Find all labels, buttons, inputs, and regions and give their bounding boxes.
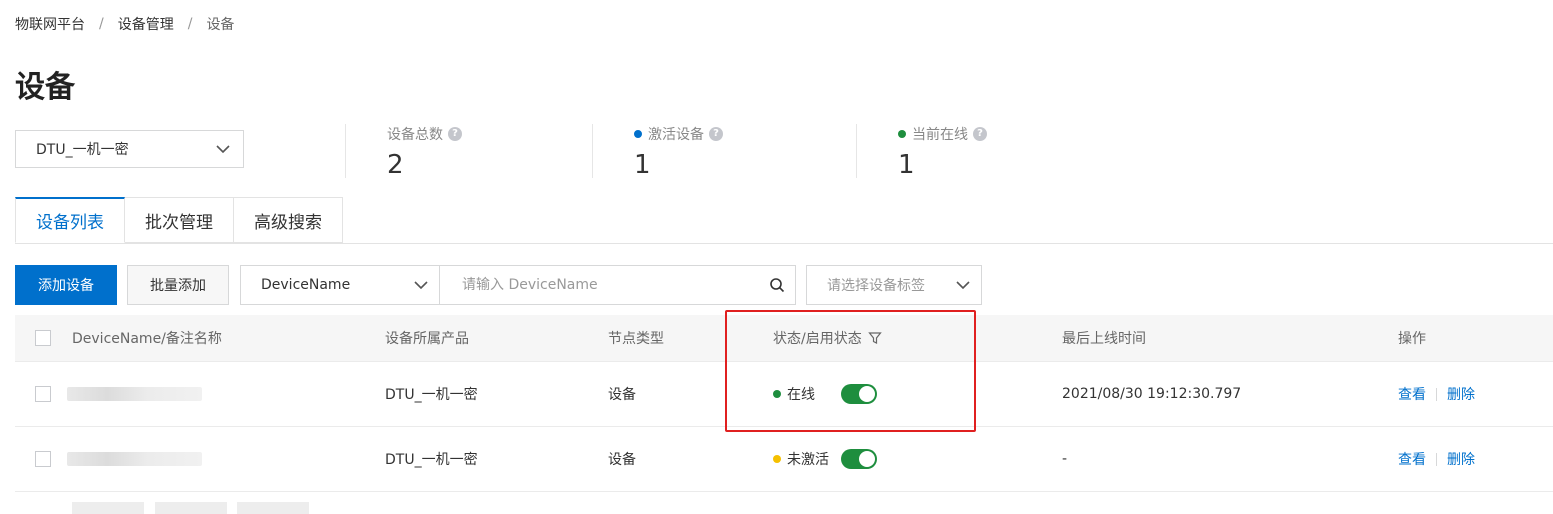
pager-button[interactable] (237, 502, 309, 514)
batch-add-button[interactable]: 批量添加 (127, 265, 229, 305)
header-status: 状态/启用状态 (773, 331, 862, 347)
delete-link[interactable]: 删除 (1447, 449, 1475, 469)
search-field-value: DeviceName (261, 277, 351, 293)
tag-select[interactable]: 请选择设备标签 (806, 265, 982, 305)
cell-node-type: 设备 (608, 452, 636, 468)
tabs: 设备列表 批次管理 高级搜索 (15, 197, 343, 243)
stat-value: 2 (387, 150, 404, 180)
stat-label: 激活设备 (648, 127, 704, 143)
view-link[interactable]: 查看 (1398, 449, 1426, 469)
pager-button[interactable] (155, 502, 227, 514)
status-dot-icon (898, 130, 906, 138)
chevron-down-icon (956, 281, 970, 290)
redacted-device-name (67, 452, 202, 466)
stat-divider (345, 124, 346, 178)
stat-online-devices: 当前在线 ? 1 (898, 124, 987, 180)
status-badge: 在线 (787, 387, 815, 403)
action-separator (1436, 387, 1437, 401)
search-icon[interactable] (769, 277, 785, 293)
header-node-type: 节点类型 (608, 331, 664, 347)
enable-toggle[interactable] (841, 449, 877, 469)
table-row: DTU_一机一密 设备 在线 2021/08/30 19:12:30.797 查… (15, 362, 1553, 427)
breadcrumb-current: 设备 (206, 17, 235, 33)
breadcrumb-separator: / (99, 16, 104, 32)
stat-total-devices: 设备总数 ? 2 (387, 124, 462, 180)
help-icon[interactable]: ? (448, 127, 462, 141)
table-header: DeviceName/备注名称 设备所属产品 节点类型 状态/启用状态 最后上线… (15, 315, 1553, 362)
tab-device-list[interactable]: 设备列表 (15, 197, 125, 243)
device-table: DeviceName/备注名称 设备所属产品 节点类型 状态/启用状态 最后上线… (15, 315, 1553, 492)
stat-activated-devices: 激活设备 ? 1 (634, 124, 723, 180)
stat-label: 设备总数 (387, 127, 443, 143)
cell-last-online: - (1062, 451, 1068, 467)
search-box (439, 265, 796, 305)
view-link[interactable]: 查看 (1398, 384, 1426, 404)
select-all-checkbox[interactable] (35, 330, 51, 346)
action-separator (1436, 452, 1437, 466)
cell-node-type: 设备 (608, 387, 636, 403)
pager-button[interactable] (72, 502, 144, 514)
header-actions: 操作 (1398, 331, 1426, 347)
breadcrumb-separator: / (187, 16, 193, 32)
cell-product: DTU_一机一密 (385, 452, 478, 468)
enable-toggle[interactable] (841, 384, 877, 404)
row-checkbox[interactable] (35, 386, 51, 402)
tab-batch-management[interactable]: 批次管理 (125, 197, 234, 243)
chevron-down-icon (216, 145, 230, 154)
status-dot-icon (773, 455, 781, 463)
chevron-down-icon (414, 281, 428, 290)
cell-last-online: 2021/08/30 19:12:30.797 (1062, 386, 1242, 402)
header-device-name: DeviceName/备注名称 (72, 331, 222, 347)
breadcrumb-item-platform[interactable]: 物联网平台 (15, 14, 85, 34)
breadcrumb-item-device-management[interactable]: 设备管理 (118, 14, 174, 34)
help-icon[interactable]: ? (709, 127, 723, 141)
table-row: DTU_一机一密 设备 未激活 - 查看 删除 (15, 427, 1553, 492)
stat-value: 1 (634, 150, 651, 180)
status-dot-icon (634, 130, 642, 138)
stat-value: 1 (898, 150, 915, 180)
product-select-value: DTU_一机一密 (36, 142, 129, 158)
delete-link[interactable]: 删除 (1447, 384, 1475, 404)
tabs-divider (15, 243, 1553, 244)
search-input[interactable] (460, 276, 754, 294)
stat-label: 当前在线 (912, 127, 968, 143)
help-icon[interactable]: ? (973, 127, 987, 141)
stat-divider (592, 124, 593, 178)
stat-divider (856, 124, 857, 178)
page-title: 设备 (15, 70, 75, 105)
row-checkbox[interactable] (35, 451, 51, 467)
breadcrumb: 物联网平台 / 设备管理 / 设备 (15, 14, 234, 34)
filter-icon[interactable] (867, 331, 882, 345)
page: 物联网平台 / 设备管理 / 设备 设备 DTU_一机一密 设备总数 ? 2 激… (0, 0, 1553, 514)
tag-select-placeholder: 请选择设备标签 (827, 278, 925, 294)
add-device-button[interactable]: 添加设备 (15, 265, 117, 305)
header-last-online: 最后上线时间 (1062, 331, 1146, 347)
tab-advanced-search[interactable]: 高级搜索 (234, 197, 343, 243)
status-badge: 未激活 (787, 452, 829, 468)
header-product: 设备所属产品 (385, 331, 469, 347)
redacted-device-name (67, 387, 202, 401)
product-select[interactable]: DTU_一机一密 (15, 130, 244, 168)
search-field-select[interactable]: DeviceName (240, 265, 440, 305)
cell-product: DTU_一机一密 (385, 387, 478, 403)
status-dot-icon (773, 390, 781, 398)
